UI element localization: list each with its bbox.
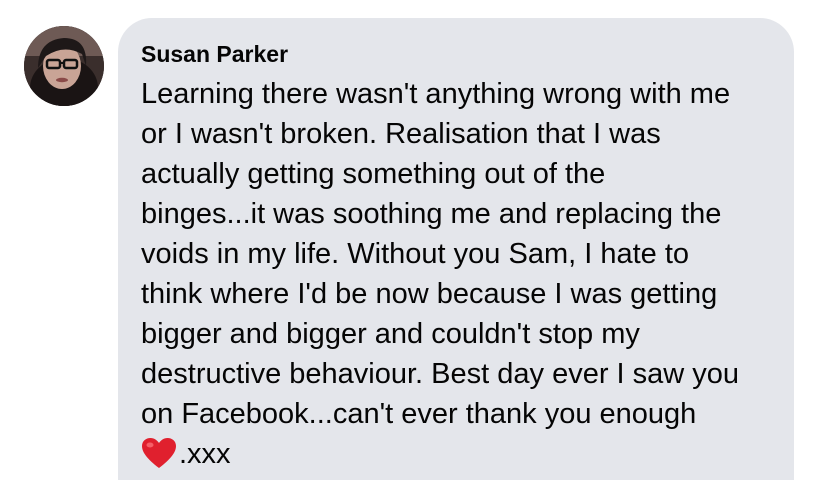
comment-author[interactable]: Susan Parker <box>141 40 774 68</box>
red-heart-icon <box>141 437 177 469</box>
comment-line: bigger and bigger and couldn't stop my <box>141 318 640 350</box>
comment-line: voids in my life. Without you Sam, I hat… <box>141 238 690 270</box>
comment-line: on Facebook...can't ever thank you enoug… <box>141 398 697 430</box>
avatar-image <box>24 26 104 106</box>
comment-line-last: .xxx <box>141 434 774 474</box>
comment-line: binges...it was soothing me and replacin… <box>141 198 722 230</box>
comment-line: actually getting something out of the <box>141 158 606 190</box>
comment-line: Learning there wasn't anything wrong wit… <box>141 78 731 110</box>
comment-text: Learning there wasn't anything wrong wit… <box>141 74 774 474</box>
comment-suffix: .xxx <box>179 438 231 470</box>
comment-bubble: Susan Parker Learning there wasn't anyth… <box>118 18 794 480</box>
comment-line: or I wasn't broken. Realisation that I w… <box>141 118 661 150</box>
comment-line: think where I'd be now because I was get… <box>141 278 718 310</box>
comment-line: destructive behaviour. Best day ever I s… <box>141 358 740 390</box>
comment: Susan Parker Learning there wasn't anyth… <box>0 0 828 480</box>
avatar[interactable] <box>24 26 104 106</box>
